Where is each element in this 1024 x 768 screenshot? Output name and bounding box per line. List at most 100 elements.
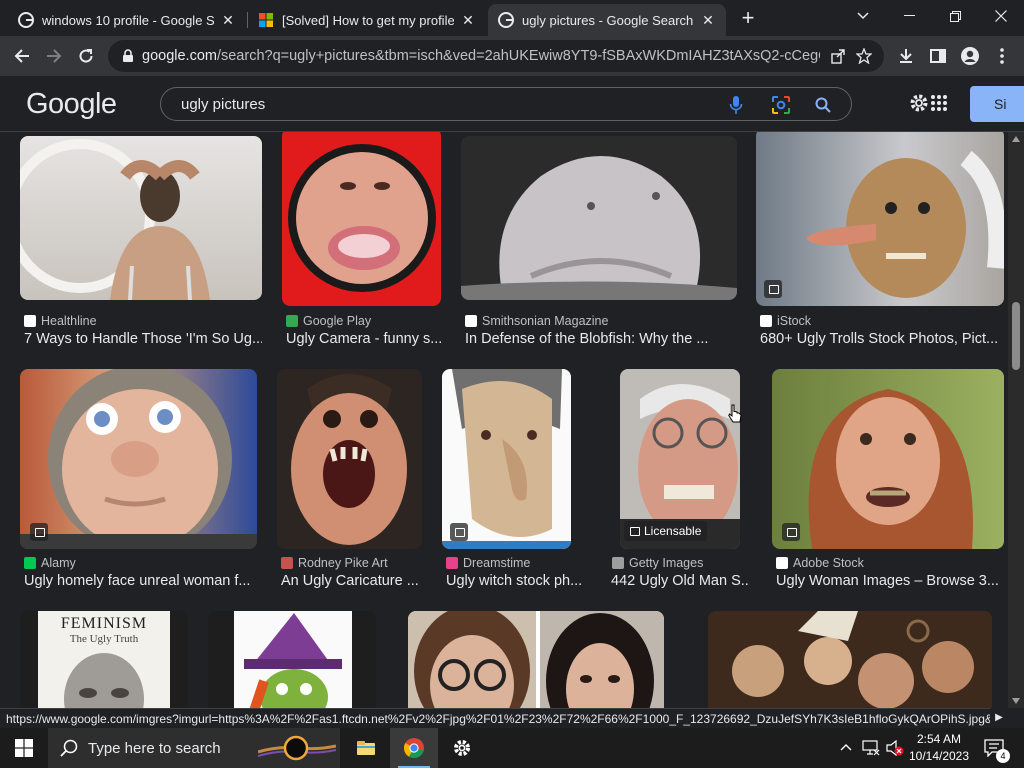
back-button[interactable] [6,40,38,72]
tab-windows-10-profile[interactable]: windows 10 profile - Google Sear ✕ [8,4,246,36]
restore-icon [949,10,961,22]
clock-date: 10/14/2023 [908,749,970,763]
rodney-pike-favicon-icon [281,557,293,569]
result-caption[interactable]: In Defense of the Blobfish: Why the ... [465,331,737,347]
image-type-icon [764,280,782,298]
windows-logo-icon [15,739,33,757]
result-thumbnail[interactable] [461,136,737,300]
result-source: Adobe Stock [776,556,864,570]
result-thumbnail[interactable] [442,369,571,549]
scroll-down-arrow-icon[interactable] [1012,698,1020,704]
microphone-icon[interactable] [729,95,743,115]
system-clock[interactable]: 2:54 AM 10/14/2023 [908,731,970,765]
close-tab-icon[interactable]: ✕ [460,12,476,29]
result-thumbnail[interactable] [756,132,1004,306]
taskbar-chrome[interactable] [390,728,438,768]
google-favicon-icon [18,12,34,28]
apps-grid-icon[interactable] [930,94,948,112]
volume-muted-icon[interactable] [886,740,904,756]
taskbar-task-view[interactable] [342,728,390,768]
result-thumbnail[interactable] [408,611,664,708]
side-panel-icon [930,49,946,63]
google-play-favicon-icon [286,315,298,327]
result-thumbnail[interactable] [20,136,262,300]
masked-old-woman-image [20,369,257,549]
address-bar[interactable]: google.com/search?q=ugly+pictures&tbm=is… [108,40,884,72]
result-thumbnail[interactable] [282,132,441,306]
file-explorer-icon [357,741,375,755]
tab-solved-profile[interactable]: [Solved] How to get my profile pi ✕ [248,4,486,36]
tab-ugly-pictures[interactable]: ugly pictures - Google Search ✕ [488,4,726,36]
lens-camera-icon[interactable] [771,95,791,115]
close-tab-icon[interactable]: ✕ [220,12,236,29]
close-tab-icon[interactable]: ✕ [700,12,716,29]
google-logo[interactable]: Google [26,88,117,121]
chevron-up-icon[interactable] [840,743,852,751]
side-panel-button[interactable] [922,40,954,72]
chevron-down-icon [857,12,869,20]
scroll-right-arrow-icon[interactable]: ▶ [990,708,1008,728]
result-caption[interactable]: 680+ Ugly Trolls Stock Photos, Pict... [760,331,1004,347]
result-caption[interactable]: Ugly homely face unreal woman f... [24,573,257,589]
blobfish-image [461,156,737,300]
result-caption[interactable]: Ugly Woman Images – Browse 3... [776,573,1004,589]
bookmark-star-icon[interactable] [856,48,872,64]
new-tab-button[interactable]: + [732,2,764,34]
share-icon[interactable] [830,48,846,64]
restore-button[interactable] [932,0,978,32]
scrollbar-thumb[interactable] [1012,302,1020,370]
result-thumbnail[interactable] [20,369,257,549]
start-button[interactable] [0,728,48,768]
image-type-icon [30,523,48,541]
result-caption[interactable]: 7 Ways to Handle Those 'I'm So Ug... [24,331,262,347]
taskbar-search-box[interactable]: Type here to search [48,728,340,768]
troll-figure-image [806,150,1004,298]
chrome-menu-button[interactable] [986,40,1018,72]
tab-search-button[interactable] [840,0,886,32]
result-thumbnail[interactable] [708,611,992,708]
tab-title: [Solved] How to get my profile pi [282,12,454,28]
result-source: Dreamstime [446,556,530,570]
clock-time: 2:54 AM [916,732,962,746]
search-box[interactable]: ugly pictures [160,87,852,121]
result-thumbnail[interactable] [772,369,1004,549]
result-thumbnail[interactable]: FEMINISM The Ugly Truth [20,611,188,708]
account-icon [961,47,979,65]
result-source-name: Getty Images [629,556,704,570]
sign-in-button[interactable]: Si [970,86,1024,122]
network-icon[interactable] [862,740,880,756]
close-window-button[interactable] [978,0,1024,32]
chrome-logo-icon [404,738,424,759]
result-thumbnail[interactable] [277,369,422,549]
mouse-cursor-icon [728,404,742,423]
result-thumbnail[interactable] [208,611,376,708]
page-scrollbar[interactable] [1008,132,1024,708]
book-title: FEMINISM [60,615,148,632]
taskbar-search-placeholder: Type here to search [88,739,221,757]
result-source-name: Healthline [41,314,97,328]
book-cover: FEMINISM The Ugly Truth [38,611,170,708]
minimize-button[interactable] [886,0,932,32]
result-source-name: Alamy [41,556,76,570]
downloads-button[interactable] [890,40,922,72]
licensable-badge: Licensable [624,521,708,541]
profile-button[interactable] [954,40,986,72]
search-input[interactable]: ugly pictures [181,96,265,113]
search-icon[interactable] [815,97,831,113]
result-thumbnail[interactable]: Licensable [620,369,740,549]
grotesque-crowd-painting-image [708,611,992,708]
scroll-up-arrow-icon[interactable] [1012,136,1020,142]
result-caption[interactable]: Ugly Camera - funny s... [286,331,441,347]
result-source-name: Dreamstime [463,556,531,570]
url-host: google.com [142,48,217,64]
settings-gear-icon[interactable] [908,92,930,114]
forward-button[interactable] [38,40,70,72]
result-caption[interactable]: Ugly witch stock ph... [446,573,581,589]
settings-gear-icon [454,740,470,756]
taskbar-settings[interactable] [438,728,486,768]
result-caption[interactable]: An Ugly Caricature ... [281,573,422,589]
smithsonian-favicon-icon [465,315,477,327]
reload-button[interactable] [70,40,102,72]
result-caption[interactable]: 442 Ugly Old Man S... [611,573,748,589]
getty-images-favicon-icon [612,557,624,569]
